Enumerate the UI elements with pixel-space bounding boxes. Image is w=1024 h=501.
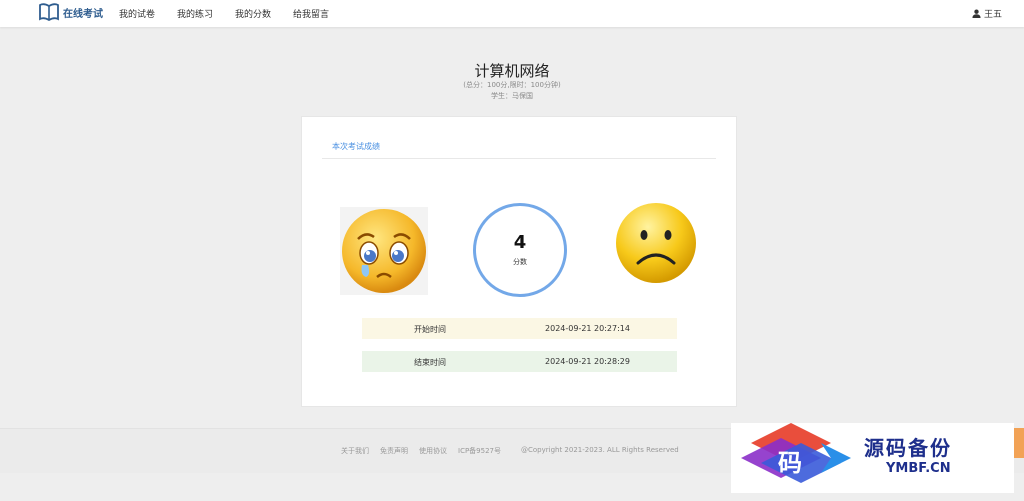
watermark-char: 码: [778, 449, 802, 477]
logo[interactable]: 在线考试: [39, 3, 103, 21]
nav-leave-message[interactable]: 给我留言: [293, 7, 329, 20]
start-time-label: 开始时间: [414, 325, 446, 334]
logo-text: 在线考试: [63, 8, 103, 20]
crying-face-image: [340, 207, 428, 295]
user-name: 王五: [983, 10, 1002, 20]
exam-student: 学生：马保国: [491, 92, 533, 100]
book-icon: [39, 3, 59, 21]
start-time-row: 开始时间 2024-09-21 20:27:14: [362, 318, 677, 339]
nav-my-scores[interactable]: 我的分数: [235, 7, 271, 20]
footer-link-disclaimer[interactable]: 免责声明: [380, 446, 408, 456]
end-time-label: 结束时间: [414, 358, 446, 367]
score-circle: 4 分数: [473, 203, 567, 297]
footer-copyright: @Copyright 2021-2023. ALL Rights Reserve…: [521, 446, 679, 454]
watermark-sub: YMBF.CN: [886, 461, 951, 476]
user-icon: [972, 9, 981, 18]
footer-link-icp[interactable]: ICP备9527号: [458, 446, 501, 456]
sad-face-image: [614, 201, 698, 285]
score-label: 分数: [513, 258, 527, 266]
start-time-value: 2024-09-21 20:27:14: [545, 324, 630, 333]
footer-link-terms[interactable]: 使用协议: [419, 446, 447, 456]
exam-info: (总分：100分,限时：100分钟): [463, 81, 561, 89]
result-card: 本次考试成绩 4 分数 开始时间 2024-09-21 20:27:14 结束时…: [301, 116, 737, 407]
top-navbar: 在线考试 我的试卷 我的练习 我的分数 给我留言 王五: [0, 0, 1024, 27]
nav-my-papers[interactable]: 我的试卷: [119, 7, 155, 20]
card-divider: [322, 158, 716, 159]
sad-face-icon: [616, 203, 696, 283]
watermark-title: 源码备份: [864, 436, 952, 460]
footer-link-about[interactable]: 关于我们: [341, 446, 369, 456]
exam-title: 计算机网络: [474, 62, 550, 80]
end-time-value: 2024-09-21 20:28:29: [545, 357, 630, 366]
nav-my-practice[interactable]: 我的练习: [177, 7, 213, 20]
score-value: 4: [513, 232, 527, 253]
side-decoration: [1014, 428, 1024, 458]
user-menu[interactable]: 王五: [972, 0, 1002, 27]
footer-links: 关于我们 免责声明 使用协议 ICP备9527号: [341, 446, 512, 456]
crying-face-icon: [342, 209, 426, 293]
main-nav: 我的试卷 我的练习 我的分数 给我留言: [119, 0, 351, 27]
card-title: 本次考试成绩: [332, 142, 380, 151]
end-time-row: 结束时间 2024-09-21 20:28:29: [362, 351, 677, 372]
